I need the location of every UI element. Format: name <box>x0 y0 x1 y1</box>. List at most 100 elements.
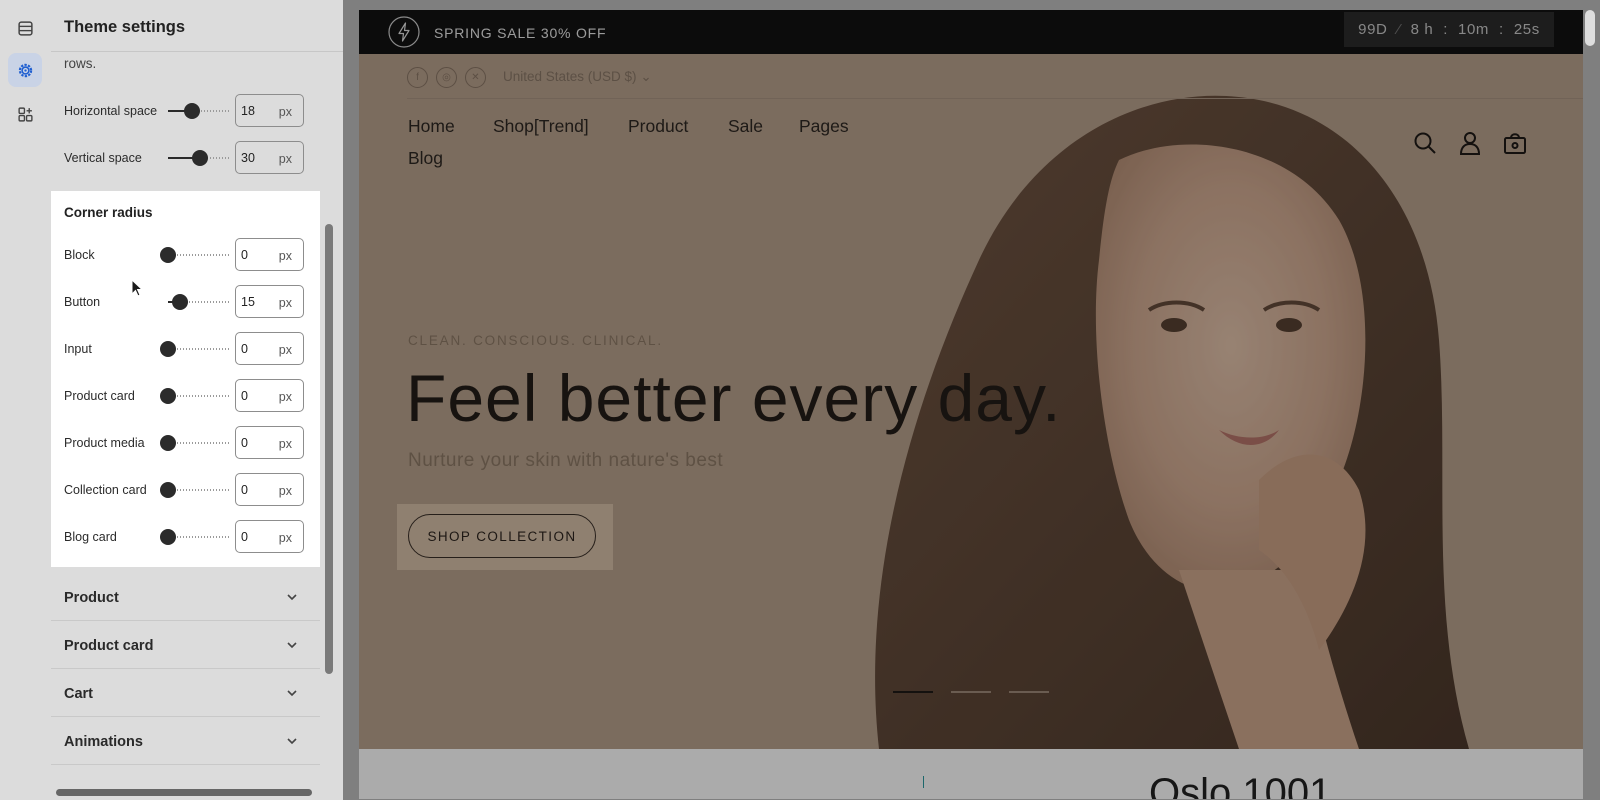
sections-button[interactable] <box>8 11 42 45</box>
button-radius-slider[interactable] <box>168 294 230 310</box>
product-card-radius-input[interactable] <box>241 389 275 403</box>
section-cart[interactable]: Cart <box>51 669 320 717</box>
collection-card-radius-slider[interactable] <box>160 482 230 498</box>
slide-indicator[interactable] <box>1009 691 1049 693</box>
text-cursor-mark <box>923 776 924 788</box>
facebook-icon[interactable]: f <box>407 67 428 88</box>
theme-settings-button[interactable] <box>8 53 42 87</box>
slider-knob[interactable] <box>172 294 189 310</box>
nav-home[interactable]: Home <box>408 116 455 137</box>
apps-button[interactable] <box>8 97 42 131</box>
vertical-space-setting: Vertical space px <box>64 141 314 175</box>
product-media-radius-input[interactable] <box>241 436 275 450</box>
input-radius-slider[interactable] <box>160 341 230 357</box>
horizontal-space-input[interactable] <box>241 104 275 118</box>
blog-card-radius-input[interactable] <box>241 530 275 544</box>
blog-card-radius-field[interactable]: px <box>235 520 304 553</box>
cart-bag-icon[interactable] <box>1502 130 1528 156</box>
account-icon[interactable] <box>1457 130 1483 156</box>
panel-scrollbar[interactable] <box>325 224 333 674</box>
slider-knob[interactable] <box>183 103 200 119</box>
panel-header: Theme settings <box>51 0 343 52</box>
slider-knob[interactable] <box>160 341 176 357</box>
input-radius-setting: Input px <box>64 332 314 366</box>
slider-knob[interactable] <box>160 435 176 451</box>
unit-label: px <box>278 249 292 263</box>
unit-label: px <box>278 390 292 404</box>
collection-card-radius-setting: Collection card px <box>64 473 314 507</box>
cta-highlight: SHOP COLLECTION <box>397 504 613 570</box>
nav-product[interactable]: Product <box>628 116 688 137</box>
setting-label: Product media <box>64 436 145 450</box>
corner-radius-title: Corner radius <box>64 205 153 220</box>
nav-shop-trend[interactable]: Shop[Trend] <box>493 116 589 137</box>
slider-knob[interactable] <box>192 150 209 166</box>
vertical-space-input[interactable] <box>241 151 275 165</box>
setting-label: Blog card <box>64 530 117 544</box>
countdown-divider: ⁄ <box>1397 21 1401 38</box>
chevron-down-icon <box>287 738 297 745</box>
vertical-space-field[interactable]: px <box>235 141 304 174</box>
slider-knob[interactable] <box>160 247 176 263</box>
product-card-radius-field[interactable]: px <box>235 379 304 412</box>
slide-indicator[interactable] <box>951 691 991 693</box>
countdown-seconds: 25s <box>1513 21 1540 38</box>
button-radius-field[interactable]: px <box>235 285 304 318</box>
section-label: Product card <box>64 638 154 654</box>
preview-scrollbar[interactable] <box>1585 10 1595 46</box>
unit-label: px <box>278 152 292 166</box>
hero-banner: SPRING SALE 30% OFF 99D ⁄ 8 h : 10m : 25… <box>359 10 1583 749</box>
hero-eyebrow: CLEAN. CONSCIOUS. CLINICAL. <box>408 333 663 348</box>
block-radius-input[interactable] <box>241 248 275 262</box>
nav-blog[interactable]: Blog <box>408 148 443 169</box>
search-icon[interactable] <box>1412 130 1438 156</box>
storefront-preview: SPRING SALE 30% OFF 99D ⁄ 8 h : 10m : 25… <box>359 10 1583 799</box>
product-media-radius-field[interactable]: px <box>235 426 304 459</box>
setting-label: Collection card <box>64 483 147 497</box>
nav-sale[interactable]: Sale <box>728 116 763 137</box>
countdown-days: 99D <box>1358 21 1388 38</box>
currency-label: United States (USD $) <box>503 69 637 84</box>
input-radius-input[interactable] <box>241 342 275 356</box>
nav-pages[interactable]: Pages <box>799 116 849 137</box>
product-card-radius-slider[interactable] <box>160 388 230 404</box>
setting-label: Horizontal space <box>64 104 158 118</box>
countdown-colon: : <box>1499 21 1504 38</box>
header-divider <box>407 98 1583 99</box>
countdown-minutes: 10m <box>1458 21 1490 38</box>
currency-selector[interactable]: United States (USD $) ⌄ <box>503 69 652 85</box>
slider-knob[interactable] <box>160 482 176 498</box>
product-media-radius-slider[interactable] <box>160 435 230 451</box>
x-icon[interactable]: ✕ <box>465 67 486 88</box>
unit-label: px <box>278 343 292 357</box>
shop-collection-button[interactable]: SHOP COLLECTION <box>408 514 596 558</box>
product-media-radius-setting: Product media px <box>64 426 314 460</box>
apps-icon <box>17 106 33 122</box>
section-product-card[interactable]: Product card <box>51 621 320 669</box>
chevron-down-icon <box>287 642 297 649</box>
slider-knob[interactable] <box>160 388 176 404</box>
section-label: Product <box>64 590 119 606</box>
collection-card-radius-input[interactable] <box>241 483 275 497</box>
panel-horizontal-scrollbar[interactable] <box>56 789 312 796</box>
countdown-colon: : <box>1443 21 1449 38</box>
social-links: f ◎ ✕ <box>407 67 486 88</box>
sale-countdown: 99D ⁄ 8 h : 10m : 25s <box>1344 12 1554 47</box>
input-radius-field[interactable]: px <box>235 332 304 365</box>
section-product[interactable]: Product <box>51 573 320 621</box>
vertical-space-slider[interactable] <box>168 150 230 166</box>
horizontal-space-slider[interactable] <box>168 103 230 119</box>
slide-indicator[interactable] <box>893 691 933 693</box>
instagram-icon[interactable]: ◎ <box>436 67 457 88</box>
section-animations[interactable]: Animations <box>51 717 320 765</box>
collection-card-radius-field[interactable]: px <box>235 473 304 506</box>
slider-knob[interactable] <box>160 529 176 545</box>
block-radius-slider[interactable] <box>160 247 230 263</box>
horizontal-space-field[interactable]: px <box>235 94 304 127</box>
blog-card-radius-slider[interactable] <box>160 529 230 545</box>
button-radius-setting: Button px <box>64 285 314 319</box>
block-radius-field[interactable]: px <box>235 238 304 271</box>
hero-subheadline: Nurture your skin with nature's best <box>408 450 724 471</box>
sections-icon <box>17 20 33 36</box>
button-radius-input[interactable] <box>241 295 275 309</box>
